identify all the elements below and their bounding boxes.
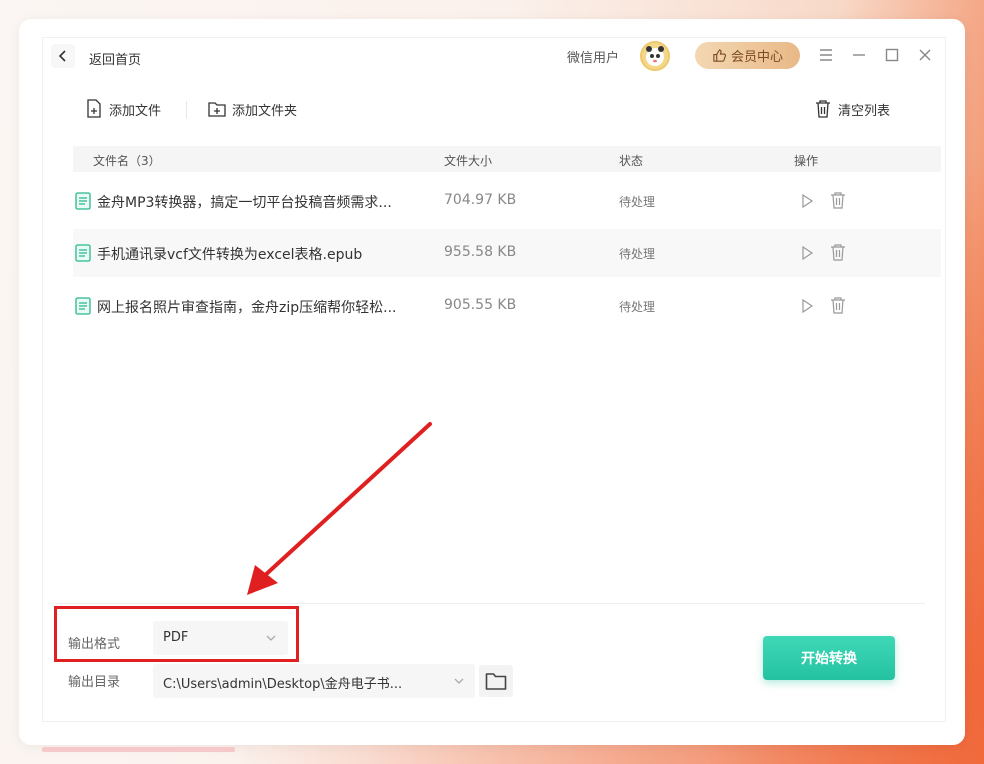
divider — [55, 603, 925, 604]
add-folder-label: 添加文件夹 — [232, 103, 298, 119]
file-name: 手机通讯录vcf文件转换为excel表格.epub — [97, 247, 363, 263]
header-status: 状态 — [619, 154, 644, 168]
thumbs-up-icon — [713, 49, 726, 62]
table-row[interactable]: 金舟MP3转换器，搞定一切平台投稿音频需求... 704.97 KB 待处理 — [73, 177, 941, 225]
clear-list-button[interactable]: 清空列表 — [814, 99, 890, 119]
toolbar-divider — [186, 101, 187, 119]
browse-folder-button[interactable] — [479, 665, 513, 697]
folder-icon — [485, 673, 507, 690]
chevron-down-icon — [454, 678, 464, 684]
output-dir-select[interactable]: C:\Users\admin\Desktop\金舟电子书... — [153, 664, 475, 698]
file-status: 待处理 — [619, 300, 656, 314]
file-status: 待处理 — [619, 195, 656, 209]
hamburger-icon — [820, 49, 832, 61]
document-icon — [75, 244, 91, 262]
add-folder-icon — [208, 102, 226, 117]
document-icon — [75, 192, 91, 210]
maximize-button[interactable] — [882, 45, 902, 65]
vip-label: 会员中心 — [730, 50, 783, 65]
play-icon[interactable] — [799, 298, 815, 314]
clear-list-label: 清空列表 — [838, 103, 891, 119]
bottom-accent-bar — [42, 747, 235, 752]
trash-icon[interactable] — [830, 296, 846, 314]
trash-icon[interactable] — [830, 243, 846, 261]
file-size: 704.97 KB — [444, 192, 517, 208]
menu-button[interactable] — [816, 45, 836, 65]
start-convert-button[interactable]: 开始转换 — [763, 636, 895, 680]
header-actions: 操作 — [794, 154, 819, 168]
play-icon[interactable] — [799, 245, 815, 261]
add-folder-button[interactable]: 添加文件夹 — [208, 99, 297, 119]
back-label[interactable]: 返回首页 — [89, 49, 141, 68]
document-icon — [75, 297, 91, 315]
trash-icon[interactable] — [830, 191, 846, 209]
back-button[interactable] — [51, 44, 75, 68]
table-row[interactable]: 手机通讯录vcf文件转换为excel表格.epub 955.58 KB 待处理 — [73, 229, 941, 277]
file-status: 待处理 — [619, 247, 656, 261]
add-file-icon — [87, 99, 101, 118]
play-icon[interactable] — [799, 193, 815, 209]
add-file-label: 添加文件 — [109, 103, 162, 119]
add-file-button[interactable]: 添加文件 — [85, 99, 161, 119]
file-size: 955.58 KB — [444, 244, 517, 260]
file-name: 金舟MP3转换器，搞定一切平台投稿音频需求... — [97, 195, 392, 211]
output-dir-label: 输出目录 — [68, 675, 121, 690]
file-size: 905.55 KB — [444, 297, 517, 313]
close-icon — [919, 49, 931, 61]
close-button[interactable] — [915, 45, 935, 65]
output-dir-value: C:\Users\admin\Desktop\金舟电子书... — [163, 677, 403, 692]
title-bar: 返回首页 微信用户 会员中心 — [43, 38, 945, 74]
header-filesize: 文件大小 — [444, 154, 493, 168]
minimize-icon — [853, 54, 865, 56]
file-name: 网上报名照片审查指南，金舟zip压缩帮你轻松... — [97, 300, 397, 316]
avatar[interactable] — [640, 41, 670, 71]
vip-center-button[interactable]: 会员中心 — [695, 42, 800, 69]
annotation-highlight-box — [54, 606, 299, 662]
trash-icon — [816, 100, 830, 118]
header-filename: 文件名（3） — [93, 154, 161, 168]
chevron-left-icon — [58, 50, 66, 62]
table-row[interactable]: 网上报名照片审查指南，金舟zip压缩帮你轻松... 905.55 KB 待处理 — [73, 282, 941, 330]
minimize-button[interactable] — [849, 45, 869, 65]
maximize-icon — [885, 48, 899, 62]
user-name[interactable]: 微信用户 — [567, 47, 619, 66]
